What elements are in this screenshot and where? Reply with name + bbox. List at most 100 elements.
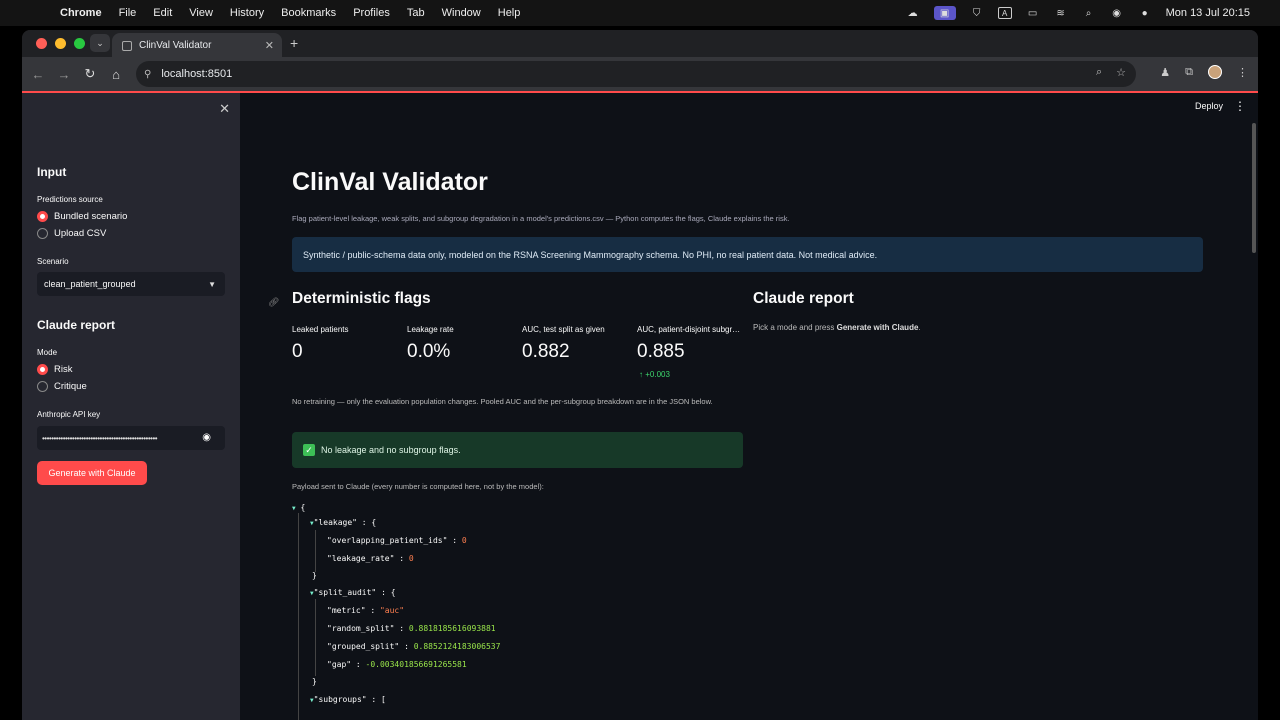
siri-icon[interactable]: ●	[1138, 7, 1152, 19]
site-info-icon[interactable]: ⚲	[144, 69, 151, 80]
close-sidebar-icon[interactable]: ✕	[219, 101, 230, 117]
menu-file[interactable]: File	[119, 7, 137, 19]
control-center-icon[interactable]: ◉	[1110, 7, 1124, 19]
arrow-up-icon: ↑	[639, 370, 643, 379]
page-title: ClinVal Validator	[292, 168, 488, 196]
menu-tab[interactable]: Tab	[407, 7, 425, 19]
generate-with-claude-button[interactable]: Generate with Claude	[37, 461, 147, 485]
deterministic-flags-heading: Deterministic flags	[292, 290, 431, 307]
radio-dot[interactable]	[37, 381, 48, 392]
json-value: -0.003401856691265581	[365, 660, 467, 669]
main-menu-icon[interactable]: ⋮	[1234, 99, 1246, 113]
zoom-icon[interactable]: ⌕	[1096, 66, 1102, 79]
menu-help[interactable]: Help	[498, 7, 521, 19]
metric-label-leakage-rate: Leakage rate	[407, 325, 454, 334]
extension-icon[interactable]: ♟	[1160, 66, 1170, 79]
metric-value-auc-test-split: 0.882	[522, 341, 570, 362]
collapse-triangle-icon[interactable]: ▼	[292, 505, 296, 512]
search-icon[interactable]: ⌕	[1082, 7, 1096, 19]
radio-label: Critique	[54, 381, 87, 392]
extensions-puzzle-icon[interactable]: ⧉	[1185, 66, 1193, 79]
json-key: "split_audit"	[313, 588, 377, 597]
hint-bold: Generate with Claude	[836, 323, 919, 332]
metric-delta: ↑ +0.003	[639, 370, 670, 379]
tab-title: ClinVal Validator	[139, 40, 212, 51]
home-icon[interactable]: ⌂	[103, 67, 129, 82]
api-key-input[interactable]: ••••••••••••••••••••••••••••••••••••••••…	[37, 426, 225, 450]
battery-icon[interactable]: ▭	[1026, 7, 1040, 19]
radio-dot-selected[interactable]	[37, 364, 48, 375]
predictions-source-label: Predictions source	[37, 195, 103, 204]
metric-value-leakage-rate: 0.0%	[407, 341, 451, 362]
menu-edit[interactable]: Edit	[153, 7, 172, 19]
json-key-split-audit[interactable]: ▼"split_audit" : {	[310, 588, 396, 597]
screen-record-icon[interactable]: ▣	[933, 6, 956, 20]
radio-mode-critique[interactable]: Critique	[37, 381, 87, 392]
zoom-window-button[interactable]	[74, 38, 85, 49]
note-text: No retraining — only the evaluation popu…	[292, 397, 713, 406]
tab-search-chevron-icon[interactable]: ⌄	[90, 34, 110, 52]
anchor-link-icon[interactable]: 🔗︎	[268, 297, 279, 308]
scrollbar[interactable]	[1252, 123, 1256, 253]
menu-history[interactable]: History	[230, 7, 264, 19]
new-tab-plus-icon[interactable]: +	[290, 35, 298, 51]
scenario-value: clean_patient_grouped	[44, 279, 136, 289]
radio-dot[interactable]	[37, 228, 48, 239]
info-alert: Synthetic / public-schema data only, mod…	[292, 237, 1203, 272]
menu-bookmarks[interactable]: Bookmarks	[281, 7, 336, 19]
close-window-button[interactable]	[36, 38, 47, 49]
radio-mode-risk[interactable]: Risk	[37, 364, 72, 375]
json-value: 0	[461, 536, 467, 545]
show-password-eye-icon[interactable]: ◉	[202, 432, 211, 443]
claude-report-hint: Pick a mode and press Generate with Clau…	[753, 323, 921, 332]
macos-menubar: Chrome File Edit View History Bookmarks …	[0, 0, 1280, 26]
info-text: Synthetic / public-schema data only, mod…	[303, 249, 878, 260]
json-key-subgroups[interactable]: ▼"subgroups" : [	[310, 695, 386, 704]
json-close-brace: }	[312, 677, 317, 686]
menu-app-name[interactable]: Chrome	[60, 7, 102, 19]
cloud-icon[interactable]: ☁	[906, 7, 920, 19]
status-area: ☁ ▣ ⛉ A ▭ ≋ ⌕ ◉ ● Mon 13 Jul 20:15	[906, 0, 1250, 26]
json-key-leakage[interactable]: ▼"leakage" : {	[310, 518, 376, 527]
json-row-gap: "gap" : -0.003401856691265581	[327, 660, 467, 669]
api-key-label: Anthropic API key	[37, 410, 101, 419]
radio-bundled-scenario[interactable]: Bundled scenario	[37, 211, 127, 222]
close-tab-icon[interactable]: ✕	[265, 39, 274, 52]
radio-label: Risk	[54, 364, 73, 375]
json-row-leakage-rate: "leakage_rate" : 0	[327, 554, 414, 563]
metric-value-leaked-patients: 0	[292, 341, 303, 362]
browser-tab[interactable]: ClinVal Validator ✕	[112, 33, 282, 58]
shield-icon[interactable]: ⛉	[970, 7, 984, 19]
back-arrow-icon[interactable]: ←	[25, 67, 51, 82]
radio-label: Upload CSV	[54, 228, 107, 239]
metric-value-auc-patient-disjoint: 0.885	[637, 341, 685, 362]
metric-delta-value: +0.003	[645, 370, 670, 379]
chevron-down-icon[interactable]: ▼	[208, 280, 216, 289]
menu-view[interactable]: View	[189, 7, 213, 19]
address-bar[interactable]: ⚲ localhost:8501 ⌕ ☆	[136, 61, 1136, 87]
menu-profiles[interactable]: Profiles	[353, 7, 390, 19]
radio-dot-selected[interactable]	[37, 211, 48, 222]
input-heading: Input	[37, 165, 67, 179]
forward-arrow-icon[interactable]: →	[51, 67, 77, 82]
minimize-window-button[interactable]	[55, 38, 66, 49]
metric-label-auc-test-split: AUC, test split as given	[522, 325, 605, 334]
json-guide-line	[298, 513, 299, 720]
mode-label: Mode	[37, 348, 58, 357]
json-root-open[interactable]: ▼ {	[292, 503, 305, 512]
input-source-icon[interactable]: A	[997, 7, 1012, 19]
menu-window[interactable]: Window	[442, 7, 481, 19]
menubar-clock[interactable]: Mon 13 Jul 20:15	[1166, 7, 1250, 19]
success-text: No leakage and no subgroup flags.	[321, 445, 461, 455]
deploy-button[interactable]: Deploy	[1195, 101, 1223, 111]
profile-avatar[interactable]	[1208, 65, 1222, 79]
scenario-label: Scenario	[37, 257, 69, 266]
radio-upload-csv[interactable]: Upload CSV	[37, 228, 106, 239]
api-key-masked-value: ••••••••••••••••••••••••••••••••••••••••…	[42, 433, 158, 443]
url-text[interactable]: localhost:8501	[161, 68, 232, 80]
reload-icon[interactable]: ↻	[77, 66, 103, 82]
scenario-select[interactable]: clean_patient_grouped ▼	[37, 272, 225, 296]
wifi-icon[interactable]: ≋	[1054, 7, 1068, 19]
bookmark-star-icon[interactable]: ☆	[1116, 66, 1126, 79]
browser-menu-icon[interactable]: ⋮	[1237, 66, 1248, 79]
